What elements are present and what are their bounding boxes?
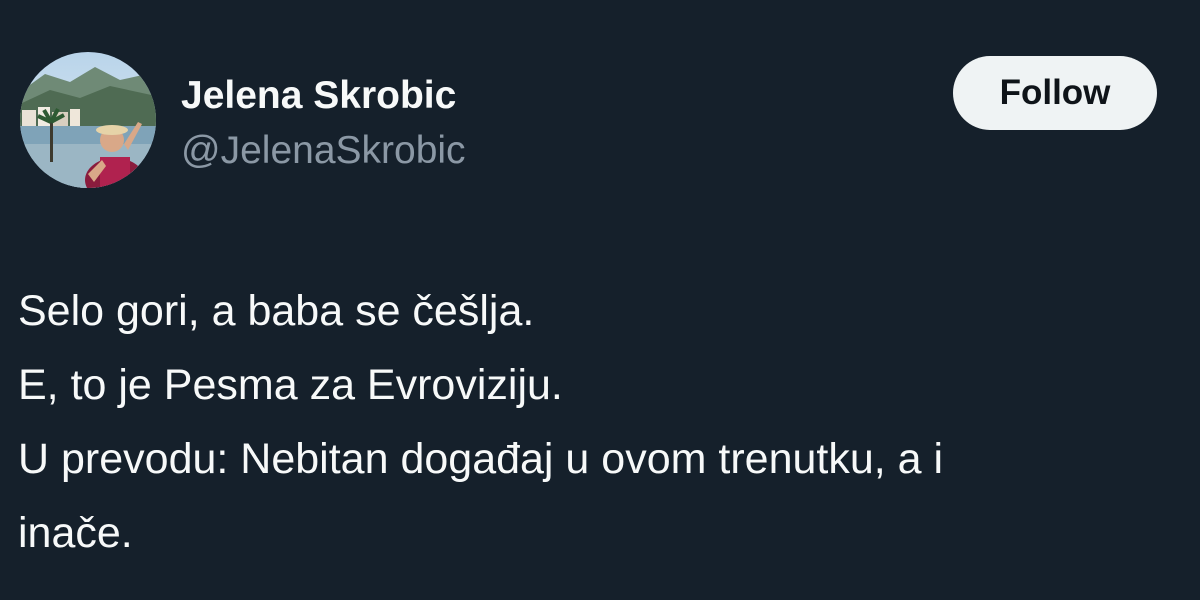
follow-button[interactable]: Follow <box>953 56 1157 130</box>
avatar[interactable] <box>20 52 156 188</box>
tweet-text-line: Selo gori, a baba se češlja. <box>18 287 535 335</box>
author-handle[interactable]: @JelenaSkrobic <box>181 128 466 174</box>
tweet-text-line: inače. <box>18 509 133 557</box>
tweet-text-line: U prevodu: Nebitan događaj u ovom trenut… <box>18 435 944 483</box>
profile-photo-icon <box>20 52 156 188</box>
tweet-text-line: E, to je Pesma za Evroviziju. <box>18 361 563 409</box>
tweet-text: Selo gori, a baba se češlja. E, to je Pe… <box>18 274 1188 570</box>
author-display-name[interactable]: Jelena Skrobic <box>181 73 456 119</box>
tweet-card: Jelena Skrobic @JelenaSkrobic Follow Sel… <box>0 0 1200 600</box>
